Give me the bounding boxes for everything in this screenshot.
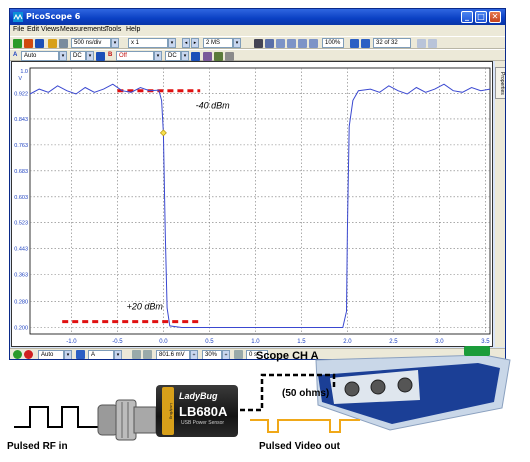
channel-a-range-select[interactable]: Auto — [21, 51, 59, 61]
y-tick-label: 0.363 — [14, 273, 28, 279]
menu-file[interactable]: File — [13, 26, 24, 33]
timebase-select[interactable]: 500 ns/div — [71, 38, 111, 48]
zoom-select[interactable]: x 1 — [128, 38, 168, 48]
bnc-connector-b-icon — [370, 379, 386, 395]
pulsed-rf-waveform — [14, 406, 100, 428]
undo-zoom-icon[interactable] — [309, 39, 318, 48]
capture-counter: 32 of 32 — [373, 38, 411, 48]
next-capture-icon[interactable] — [417, 39, 426, 48]
zoom-out-icon[interactable] — [287, 39, 296, 48]
zoom-percent[interactable]: 100% — [322, 38, 344, 48]
reference-waveforms-icon[interactable] — [214, 52, 223, 61]
channel-a-options-icon[interactable] — [96, 52, 105, 61]
pulsed-video-waveform — [250, 419, 360, 433]
menu-bar: File Edit Views Measurements Tools Help — [10, 25, 505, 36]
samples-select[interactable]: 2 MS — [203, 38, 233, 48]
y-tick-label: 0.683 — [14, 169, 28, 175]
y-unit-label: V — [18, 76, 22, 82]
ruler-icon[interactable] — [225, 52, 234, 61]
minimize-button[interactable]: _ — [461, 11, 473, 23]
bnc-connector-a-icon — [344, 381, 360, 397]
channel-a-coupling-chevron-icon[interactable]: ▾ — [86, 51, 94, 61]
sensor-band-text: LadyBug — [169, 403, 174, 419]
samples-increase-icon[interactable]: ▸ — [191, 38, 199, 48]
plot-frame — [29, 67, 491, 335]
status-led-icon — [464, 346, 490, 356]
menu-tools[interactable]: Tools — [105, 26, 121, 33]
y-tick-label: 0.922 — [14, 91, 28, 97]
scope-plot[interactable]: -1.0 -0.5 0.0 0.5 1.0 1.5 2.0 2.5 3.0 3.50.9220.8… — [11, 61, 493, 347]
y-tick-label: 0.763 — [14, 143, 28, 149]
properties-tab[interactable]: Properties — [495, 67, 505, 99]
y-top-label: 1.0 — [20, 69, 28, 75]
picoscope-device — [315, 346, 511, 431]
lb680a-power-sensor: LadyBug LadyBug LB680A USB Power Sensor — [156, 385, 238, 437]
y-tick-label: 0.280 — [14, 300, 28, 306]
y-tick-label: 0.200 — [14, 326, 28, 332]
y-tick-label: 0.443 — [14, 247, 28, 253]
samples-dropdown-chevron-icon[interactable]: ▾ — [233, 38, 241, 48]
persistence-mode-icon[interactable] — [24, 39, 33, 48]
scope-ch-a-label: Scope CH A — [256, 350, 319, 362]
last-capture-icon[interactable] — [428, 39, 437, 48]
properties-sidebar: Properties — [495, 61, 505, 347]
channel-b-options-icon[interactable] — [191, 52, 200, 61]
pulsed-video-out-label: Pulsed Video out — [259, 441, 340, 452]
rf-connector — [97, 399, 157, 441]
menu-help[interactable]: Help — [126, 26, 140, 33]
sensor-brand: LadyBug — [179, 391, 218, 401]
sensor-band: LadyBug — [162, 387, 174, 435]
power-level-annotation: +20 dBm — [127, 302, 164, 312]
pulsed-rf-in-label: Pulsed RF in — [7, 441, 68, 452]
zoom-dropdown-chevron-icon[interactable]: ▾ — [168, 38, 176, 48]
toolbar-capture: 500 ns/div ▾ x 1 ▾ ◂ ▸ 2 MS ▾ 100% 32 of… — [10, 36, 505, 49]
timebase-dropdown-chevron-icon[interactable]: ▾ — [111, 38, 119, 48]
sensor-description: USB Power Sensor — [181, 420, 225, 426]
y-tick-label: 0.523 — [14, 221, 28, 227]
channel-a-range-chevron-icon[interactable]: ▾ — [59, 51, 67, 61]
channel-a-coupling-select[interactable]: DC — [70, 51, 86, 61]
channel-b-coupling-select[interactable]: DC — [165, 51, 181, 61]
home-icon[interactable] — [59, 39, 68, 48]
y-tick-label: 0.603 — [14, 195, 28, 201]
channel-b-label: B — [108, 52, 113, 58]
channel-b-range-select[interactable]: Off — [116, 51, 154, 61]
pointer-tool-icon[interactable] — [254, 39, 263, 48]
menu-edit[interactable]: Edit — [27, 26, 39, 33]
channel-a-label: A — [13, 52, 18, 58]
power-level-annotation: -40 dBm — [196, 101, 231, 111]
math-channels-icon[interactable] — [203, 52, 212, 61]
impedance-label: (50 ohms) — [282, 388, 330, 399]
hand-tool-icon[interactable] — [265, 39, 274, 48]
menu-measurements[interactable]: Measurements — [60, 26, 106, 33]
channel-options-icon[interactable] — [48, 39, 57, 48]
window-title: PicoScope 6 — [26, 12, 81, 21]
toolbar-channels: A Auto ▾ DC ▾ B Off ▾ DC ▾ — [10, 49, 505, 61]
bnc-connector-ext-icon — [397, 377, 413, 393]
sensor-model: LB680A — [179, 404, 228, 419]
samples-decrease-icon[interactable]: ◂ — [182, 38, 190, 48]
menu-views[interactable]: Views — [41, 26, 60, 33]
title-bar[interactable]: PicoScope 6 _ □ ✕ — [10, 9, 505, 25]
picoscope-app-icon — [13, 12, 23, 22]
spectrum-mode-icon[interactable] — [35, 39, 44, 48]
zoom-in-icon[interactable] — [276, 39, 285, 48]
zoom-area-icon[interactable] — [298, 39, 307, 48]
maximize-button[interactable]: □ — [475, 11, 487, 23]
channel-b-range-chevron-icon[interactable]: ▾ — [154, 51, 162, 61]
close-button[interactable]: ✕ — [489, 11, 501, 23]
y-tick-label: 0.843 — [14, 117, 28, 123]
previous-capture-icon[interactable] — [361, 39, 370, 48]
picoscope-window: PicoScope 6 _ □ ✕ File Edit Views Measur… — [9, 8, 506, 360]
channel-b-coupling-chevron-icon[interactable]: ▾ — [181, 51, 189, 61]
first-capture-icon[interactable] — [350, 39, 359, 48]
scope-mode-icon[interactable] — [13, 39, 22, 48]
